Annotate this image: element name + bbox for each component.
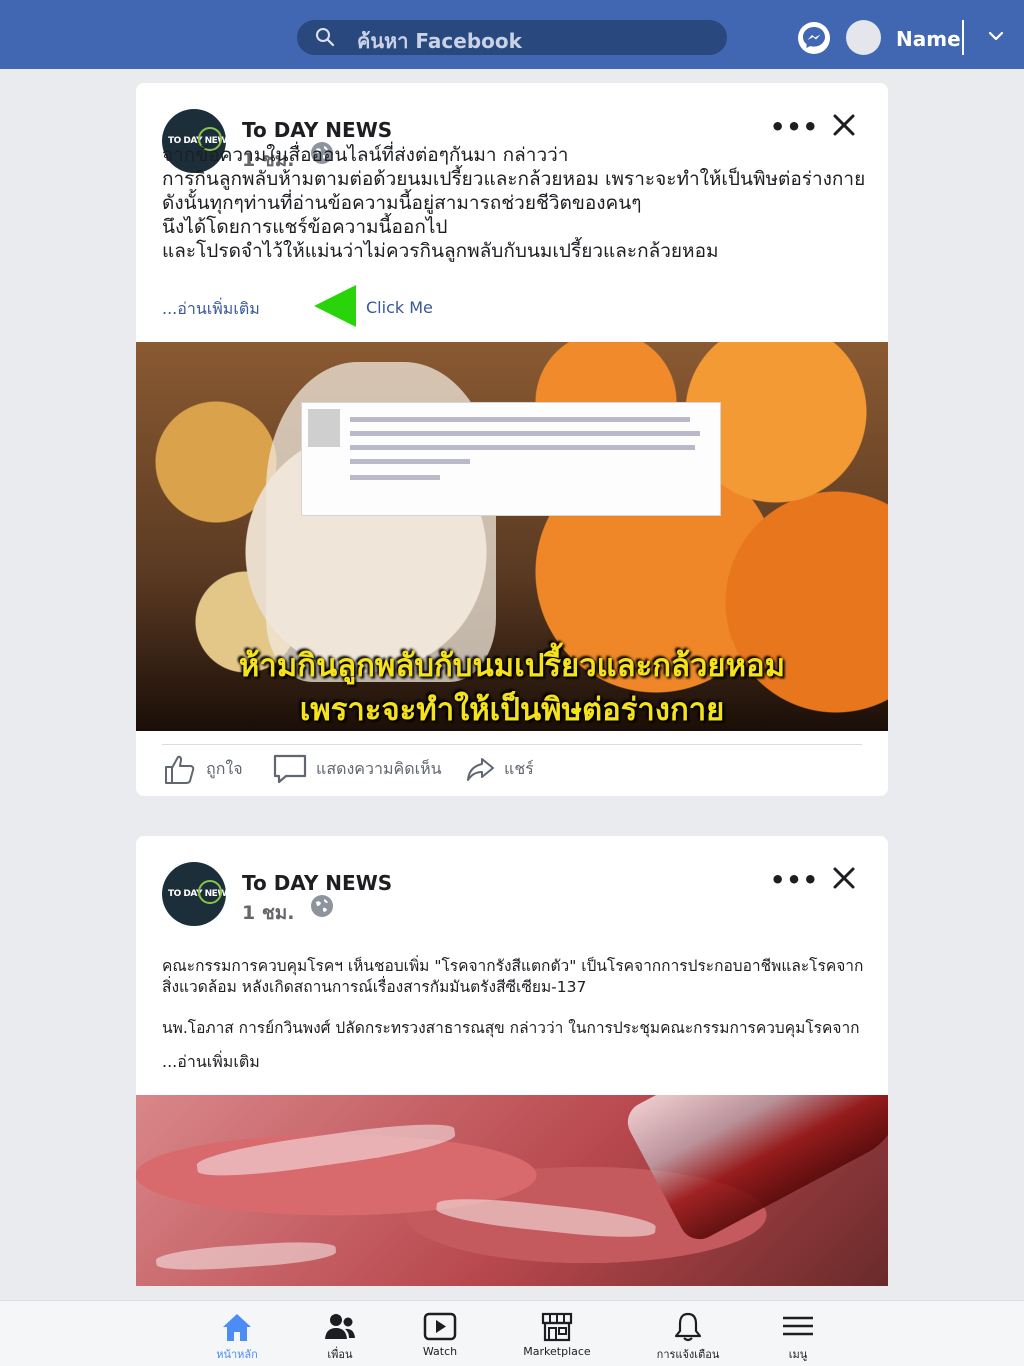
comment-button[interactable]: แสดงความคิดเห็น — [272, 749, 442, 789]
nav-notifications[interactable]: การแจ้งเตือน — [633, 1311, 743, 1363]
bottle-shape — [620, 1095, 888, 1247]
menu-icon — [783, 1316, 813, 1336]
post-card: TO DAY NEWS To DAY NEWS 1 ชม. ••• คณะกรร… — [136, 836, 888, 1286]
close-icon[interactable] — [832, 113, 856, 137]
share-label: แชร์ — [504, 758, 534, 778]
like-button[interactable]: ถูกใจ — [162, 749, 243, 789]
page-name[interactable]: To DAY NEWS — [242, 118, 392, 142]
bottom-navigation: หน้าหลัก เพื่อน Watch Marketplace การแจ้… — [0, 1300, 1024, 1366]
search-placeholder: ค้นหา Facebook — [357, 29, 522, 53]
home-icon — [223, 1314, 251, 1341]
user-avatar[interactable] — [846, 20, 881, 55]
more-options-icon[interactable]: ••• — [770, 866, 818, 894]
nav-label: การแจ้งเตือน — [656, 1348, 720, 1361]
comment-icon — [273, 754, 307, 784]
post-text: จากข้อความในสื่อออนไลน์ที่ส่งต่อๆกันมา ก… — [162, 143, 872, 263]
page-name[interactable]: To DAY NEWS — [242, 871, 392, 895]
nav-label: Marketplace — [523, 1345, 591, 1358]
post-image[interactable] — [136, 1095, 888, 1286]
nav-label: Watch — [422, 1345, 458, 1358]
read-more-link[interactable]: ...อ่านเพิ่มเติม — [162, 297, 260, 322]
share-icon — [467, 758, 494, 781]
nav-label: หน้าหลัก — [216, 1348, 258, 1361]
post-text-line: ดังนั้นทุกๆท่านที่อ่านข้อความนี้อยู่สามา… — [162, 192, 642, 214]
nav-menu[interactable]: เมนู — [743, 1311, 853, 1363]
post-time[interactable]: 1 ชม. — [242, 898, 294, 928]
bell-icon — [674, 1312, 702, 1342]
blurred-avatar — [308, 409, 340, 447]
post-text-line: นพ.โอภาส การย์กวินพงศ์ ปลัดกระทรวงสาธารณ… — [162, 1019, 860, 1037]
search-icon — [316, 28, 335, 47]
comment-label: แสดงความคิดเห็น — [316, 758, 442, 778]
read-more-link[interactable]: ...อ่านเพิ่มเติม — [162, 1050, 260, 1075]
post-text: คณะกรรมการควบคุมโรคฯ เห็นชอบเพิ่ม "โรคจา… — [162, 956, 864, 1039]
close-icon[interactable] — [832, 866, 856, 890]
watch-icon — [423, 1312, 457, 1341]
post-text-line: สิ่งแวดล้อม หลังเกิดสถานการณ์เรื่องสารกั… — [162, 978, 587, 996]
more-options-icon[interactable]: ••• — [770, 113, 818, 141]
post-image[interactable]: ห้ามกินลูกพลับกับนมเปรี้ยวและกล้วยหอม เพ… — [136, 342, 888, 731]
search-bar[interactable]: ค้นหา Facebook — [297, 20, 727, 55]
friends-icon — [325, 1314, 355, 1339]
logo-globe-mark — [198, 880, 222, 904]
nav-watch[interactable]: Watch — [385, 1311, 495, 1363]
nav-marketplace[interactable]: Marketplace — [502, 1311, 612, 1363]
post-text-line: คณะกรรมการควบคุมโรคฯ เห็นชอบเพิ่ม "โรคจา… — [162, 957, 864, 975]
image-caption-line: เพราะจะทำให้เป็นพิษต่อร่างกาย — [299, 692, 725, 728]
nav-home[interactable]: หน้าหลัก — [182, 1311, 292, 1363]
post-text-line: และโปรดจำไว้ให้แม่นว่าไม่ควรกินลูกพลับกั… — [162, 240, 719, 262]
post-text-line: การกินลูกพลับห้ามตามต่อด้วยนมเปรี้ยวและก… — [162, 168, 866, 190]
like-label: ถูกใจ — [206, 758, 243, 778]
post-card: TO DAY NEWS To DAY NEWS 1 ชม. ••• จากข้อ… — [136, 83, 888, 796]
embedded-screenshot — [301, 402, 721, 516]
thumbs-up-icon — [165, 755, 195, 784]
marketplace-icon — [541, 1312, 573, 1342]
page-avatar[interactable]: TO DAY NEWS — [162, 862, 226, 926]
messenger-icon[interactable] — [798, 22, 830, 54]
nav-label: เมนู — [788, 1348, 808, 1361]
globe-icon — [311, 895, 333, 917]
post-text-line: จากข้อความในสื่อออนไลน์ที่ส่งต่อๆกันมา ก… — [162, 144, 569, 166]
divider — [962, 20, 964, 55]
nav-friends[interactable]: เพื่อน — [285, 1311, 395, 1363]
arrow-left-icon[interactable] — [312, 283, 358, 329]
click-me-link[interactable]: Click Me — [366, 298, 433, 317]
top-bar: ค้นหา Facebook Name — [0, 0, 1024, 69]
share-button[interactable]: แชร์ — [464, 749, 534, 789]
post-text-line: นึงได้โดยการแชร์ข้อความนี้ออกไป — [162, 216, 448, 238]
chevron-down-icon[interactable] — [986, 26, 1006, 46]
divider — [162, 744, 862, 745]
image-caption-line: ห้ามกินลูกพลับกับนมเปรี้ยวและกล้วยหอม — [238, 648, 786, 684]
nav-label: เพื่อน — [327, 1348, 353, 1361]
user-name[interactable]: Name — [896, 27, 961, 51]
